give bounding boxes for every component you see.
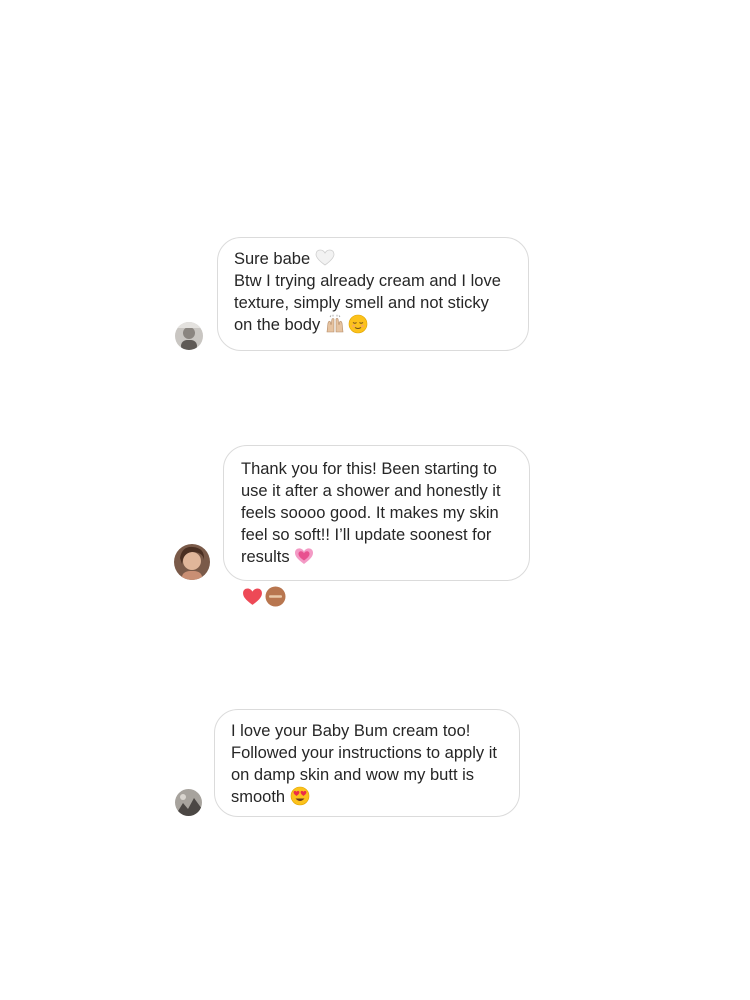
message-line: feel so soft!! I’ll update soonest for	[241, 526, 492, 544]
profile-reaction-icon	[265, 586, 286, 607]
message-bubble-2[interactable]: Thank you for this! Been starting to use…	[223, 445, 530, 581]
white-heart-icon	[315, 248, 335, 268]
growing-heart-icon	[294, 546, 314, 566]
message-line: Thank you for this! Been starting to	[241, 460, 497, 478]
message-thread: Sure babe Btw I trying already cream and…	[0, 0, 750, 1000]
message-line: on damp skin and wow my butt is	[231, 766, 475, 784]
avatar-sender-1[interactable]	[175, 322, 203, 350]
message-bubble-3[interactable]: I love your Baby Bum cream too! Followed…	[214, 709, 520, 817]
message-line: Followed your instructions to apply it	[231, 744, 497, 762]
avatar-sender-3[interactable]	[175, 789, 202, 816]
message-line: Btw I trying already cream and I love	[234, 272, 501, 290]
raising-hands-icon	[325, 314, 345, 334]
message-line: Sure babe	[234, 248, 512, 270]
reactions-bar[interactable]	[242, 586, 286, 607]
message-line: on the body	[234, 314, 512, 336]
message-line: texture, simply smell and not sticky	[234, 294, 489, 312]
relieved-face-icon	[348, 314, 368, 334]
avatar-sender-2[interactable]	[174, 544, 210, 580]
message-bubble-1[interactable]: Sure babe Btw I trying already cream and…	[217, 237, 529, 351]
heart-eyes-face-icon	[290, 786, 310, 806]
message-line: results	[241, 546, 512, 568]
message-line: I love your Baby Bum cream too!	[231, 722, 471, 740]
red-heart-icon	[242, 586, 263, 607]
message-line: feels soooo good. It makes my skin	[241, 504, 499, 522]
message-line: smooth	[231, 786, 503, 808]
message-line: use it after a shower and honestly it	[241, 482, 501, 500]
